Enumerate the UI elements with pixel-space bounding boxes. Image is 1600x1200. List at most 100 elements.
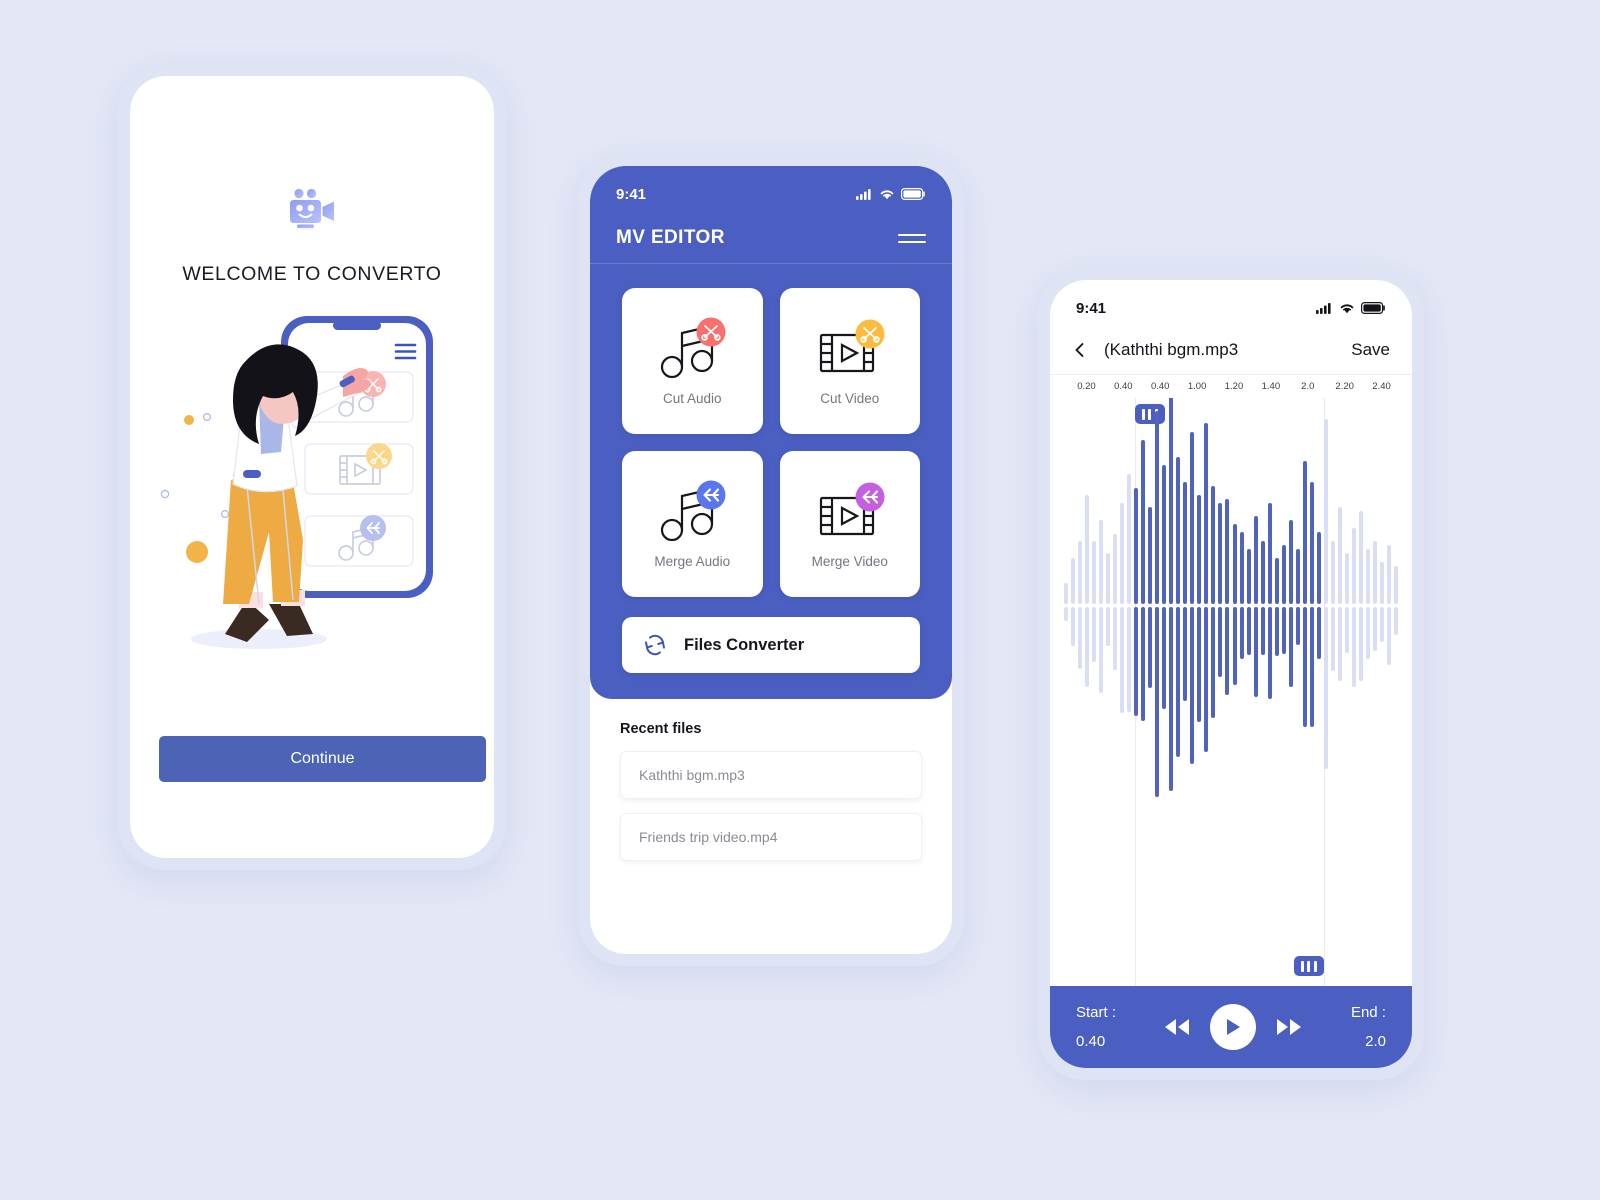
status-time: 9:41 xyxy=(616,185,647,203)
waveform-bar xyxy=(1063,582,1068,604)
recent-files-section: Recent files Kaththi bgm.mp3 Friends tri… xyxy=(590,699,952,861)
waveform-bar xyxy=(1232,523,1237,604)
waveform-bar xyxy=(1317,532,1322,604)
waveform-bar xyxy=(1098,606,1103,693)
recent-files-title: Recent files xyxy=(620,721,702,737)
waveform-bar xyxy=(1084,606,1089,688)
status-bar: 9:41 xyxy=(590,166,952,212)
waveform-bar xyxy=(1260,606,1265,656)
ruler-tick: 1.40 xyxy=(1261,381,1281,392)
waveform-bar xyxy=(1380,561,1385,604)
waveform-bar xyxy=(1260,540,1265,604)
ruler-tick: 2.20 xyxy=(1335,381,1354,392)
waveform-bar xyxy=(1359,606,1364,682)
end-time-block: End : 2.0 xyxy=(1351,998,1386,1057)
chevron-left-icon[interactable] xyxy=(1072,342,1088,358)
signal-icon xyxy=(856,189,871,200)
waveform-bar xyxy=(1239,606,1244,660)
ruler-tick: 2.40 xyxy=(1372,381,1391,392)
film-strip-icon xyxy=(819,482,885,535)
ruler-tick: 0.20 xyxy=(1077,381,1096,392)
waveform-bar xyxy=(1091,606,1096,663)
waveform-bar xyxy=(1197,606,1202,723)
timeline-ruler[interactable]: 0.20 0.40 0.40 1.00 1.20 1.40 2.0 2.20 2.40 xyxy=(1050,374,1412,398)
waveform-bar xyxy=(1281,606,1286,655)
status-time: 9:41 xyxy=(1076,299,1107,317)
waveform-bar xyxy=(1302,460,1307,604)
waveform-bar xyxy=(1302,606,1307,728)
music-note-icon xyxy=(661,480,726,541)
status-icons xyxy=(856,188,926,200)
waveform-bar xyxy=(1183,606,1188,701)
waveform-bar xyxy=(1183,481,1188,604)
woman-pointing-at-phone-illustration xyxy=(160,316,433,649)
wifi-icon xyxy=(1340,304,1354,314)
editor-phone: 9:41 MV EDITOR Cut Audio Cut Video Merge… xyxy=(578,154,964,966)
continue-button[interactable]: Continue xyxy=(159,736,486,782)
waveform-bar xyxy=(1345,606,1350,653)
play-button[interactable] xyxy=(1210,1004,1257,1050)
trim-start-handle[interactable] xyxy=(1134,404,1165,424)
waveform-bar xyxy=(1105,606,1110,646)
waveform-bar xyxy=(1105,553,1110,604)
waveform-bar xyxy=(1218,606,1223,678)
files-converter-button[interactable]: Files Converter xyxy=(622,617,920,673)
waveform-bar xyxy=(1366,606,1371,659)
ruler-tick: 1.00 xyxy=(1187,381,1207,392)
waveform-bar xyxy=(1077,606,1082,669)
battery-icon xyxy=(901,188,925,200)
file-title: (Kaththi bgm.mp3 xyxy=(1104,340,1239,359)
trim-end-handle[interactable] xyxy=(1293,956,1324,976)
waveform-bar xyxy=(1309,606,1314,727)
rewind-icon[interactable] xyxy=(1162,1016,1192,1038)
ruler-tick: 1.20 xyxy=(1224,381,1244,392)
ruler-tick: 2.0 xyxy=(1301,381,1315,392)
tool-card-merge-video[interactable]: Merge Video xyxy=(779,451,920,597)
welcome-screen: WELCOME TO CONVERTO Continue xyxy=(130,76,494,858)
waveform-bar xyxy=(1331,606,1336,672)
waveform-area[interactable] xyxy=(1050,398,1412,986)
save-button[interactable]: Save xyxy=(1351,340,1390,360)
waveform-bar xyxy=(1148,507,1153,604)
music-note-icon xyxy=(661,317,726,378)
tool-card-cut-video[interactable]: Cut Video xyxy=(779,288,920,434)
waveform-bar xyxy=(1253,606,1258,697)
player-bar: Start : 0.40 End: 2.0 xyxy=(1050,986,1412,1068)
start-value: 0.40 xyxy=(1076,1033,1106,1050)
fast-forward-icon[interactable] xyxy=(1274,1016,1304,1038)
waveform-bar xyxy=(1218,502,1223,604)
list-item[interactable]: Friends trip video.mp4 xyxy=(620,813,922,861)
page-title: WELCOME TO CONVERTO xyxy=(182,263,442,285)
waveform-bar xyxy=(1253,515,1258,604)
tool-label: Merge Video xyxy=(811,553,888,569)
tool-card-cut-audio[interactable]: Cut Audio xyxy=(622,288,763,434)
editor-blue-panel: 9:41 MV EDITOR Cut Audio Cut Video Merge… xyxy=(590,166,952,699)
waveform-bar xyxy=(1133,606,1138,717)
trimmer-phone: 9:41 (Kaththi bgm.mp3 Save 0.20 0.40 0.40 1… xyxy=(1038,268,1424,1080)
waveform-bar xyxy=(1126,473,1131,604)
waveform-bar xyxy=(1155,606,1160,798)
waveform-bar xyxy=(1246,606,1251,655)
start-time-block: Start : 0.40 xyxy=(1076,998,1116,1057)
waveform-bar xyxy=(1338,507,1343,604)
waveform-bar xyxy=(1345,553,1350,604)
waveform-bar xyxy=(1225,606,1230,696)
ruler-tick: 0.40 xyxy=(1150,381,1170,392)
waveform-bar xyxy=(1077,540,1082,604)
tool-card-merge-audio[interactable]: Merge Audio xyxy=(622,451,763,597)
waveform-bar xyxy=(1288,606,1293,687)
waveform-bar xyxy=(1162,606,1167,709)
hamburger-icon[interactable] xyxy=(898,231,926,245)
waveform-bar xyxy=(1063,606,1068,622)
waveform-bar xyxy=(1274,557,1279,604)
waveform-bar xyxy=(1070,557,1075,604)
waveform-bar xyxy=(1091,540,1096,604)
waveform-bar xyxy=(1155,410,1160,604)
list-item[interactable]: Kaththi bgm.mp3 xyxy=(620,751,922,799)
status-bar: 9:41 xyxy=(1050,280,1412,326)
mockup-stage: WELCOME TO CONVERTO Continue 9:41 MV EDI… xyxy=(0,0,1600,1200)
waveform-bar xyxy=(1176,606,1181,757)
waveform-bar xyxy=(1359,511,1364,604)
battery-icon xyxy=(1361,302,1385,314)
waveform-bar xyxy=(1140,606,1145,722)
